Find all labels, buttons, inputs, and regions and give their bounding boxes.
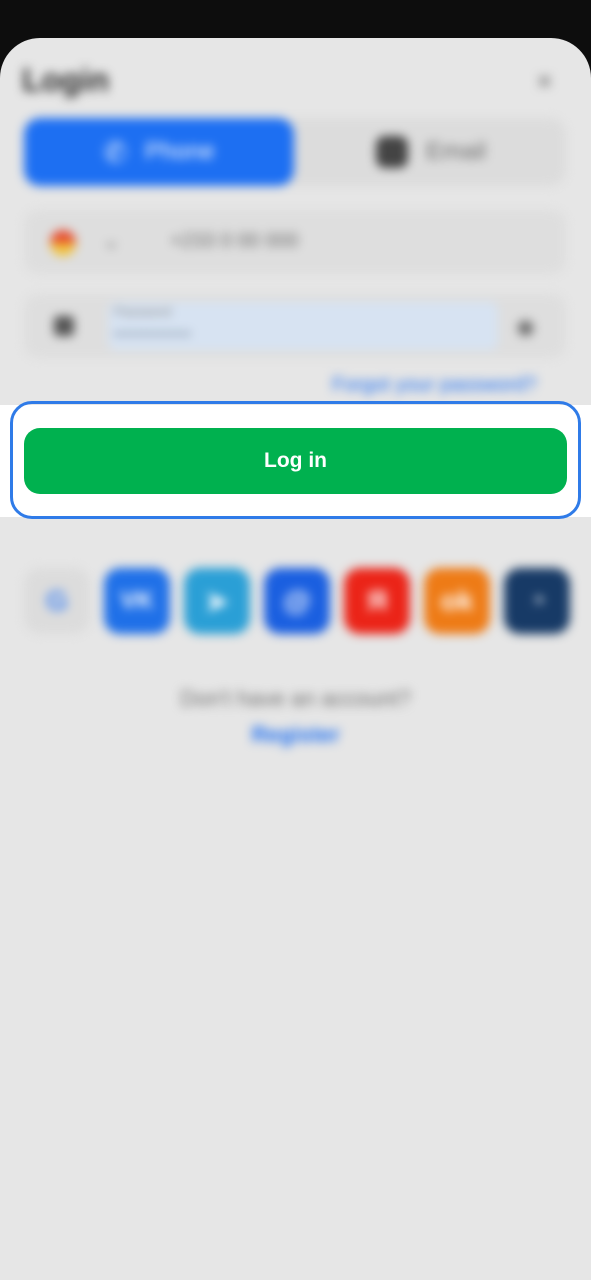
forgot-password-link[interactable]: Forgot your password? [332,374,537,397]
eye-icon[interactable]: ◉ [516,314,535,340]
phone-input[interactable]: +233 0 00 000 [170,230,298,253]
password-input[interactable]: Password •••••••••••••• [108,302,498,350]
vk-icon[interactable]: VK [104,568,170,634]
odnoklassniki-icon[interactable]: ok [424,568,490,634]
yandex-icon[interactable]: Я [344,568,410,634]
email-icon [375,136,408,168]
phone-icon: ✆ [103,136,128,168]
phone-field[interactable]: ⌄ +233 0 00 000 [24,210,566,274]
tab-email-label: Email [425,138,486,165]
steam-icon[interactable]: ◔ [504,568,570,634]
blurred-background: Login × ✆ Phone Email ⌄ +233 0 00 000 Pa… [0,38,591,1280]
login-button[interactable]: Log in [24,428,567,494]
google-icon[interactable]: G [24,568,90,634]
close-icon[interactable]: × [537,66,552,97]
tab-phone-label: Phone [145,138,215,165]
tab-email[interactable]: Email [296,118,566,186]
tab-phone[interactable]: ✆ Phone [24,118,294,186]
social-login-row: G VK ➤ @ Я ok ◔ [24,568,570,634]
password-field[interactable]: Password •••••••••••••• ◉ [24,294,566,358]
login-sheet: Login × ✆ Phone Email ⌄ +233 0 00 000 Pa… [0,38,591,1280]
auth-method-switch: ✆ Phone Email [24,118,566,186]
lock-icon [54,316,74,336]
chevron-down-icon[interactable]: ⌄ [102,228,120,254]
telegram-icon[interactable]: ➤ [184,568,250,634]
password-label: Password [114,304,172,319]
mail-icon[interactable]: @ [264,568,330,634]
no-account-text: Don't have an account? [180,686,411,711]
dialog-title: Login [22,62,110,98]
password-value: •••••••••••••• [114,326,192,341]
flag-icon[interactable] [50,230,76,256]
register-link[interactable]: Register [0,722,591,748]
